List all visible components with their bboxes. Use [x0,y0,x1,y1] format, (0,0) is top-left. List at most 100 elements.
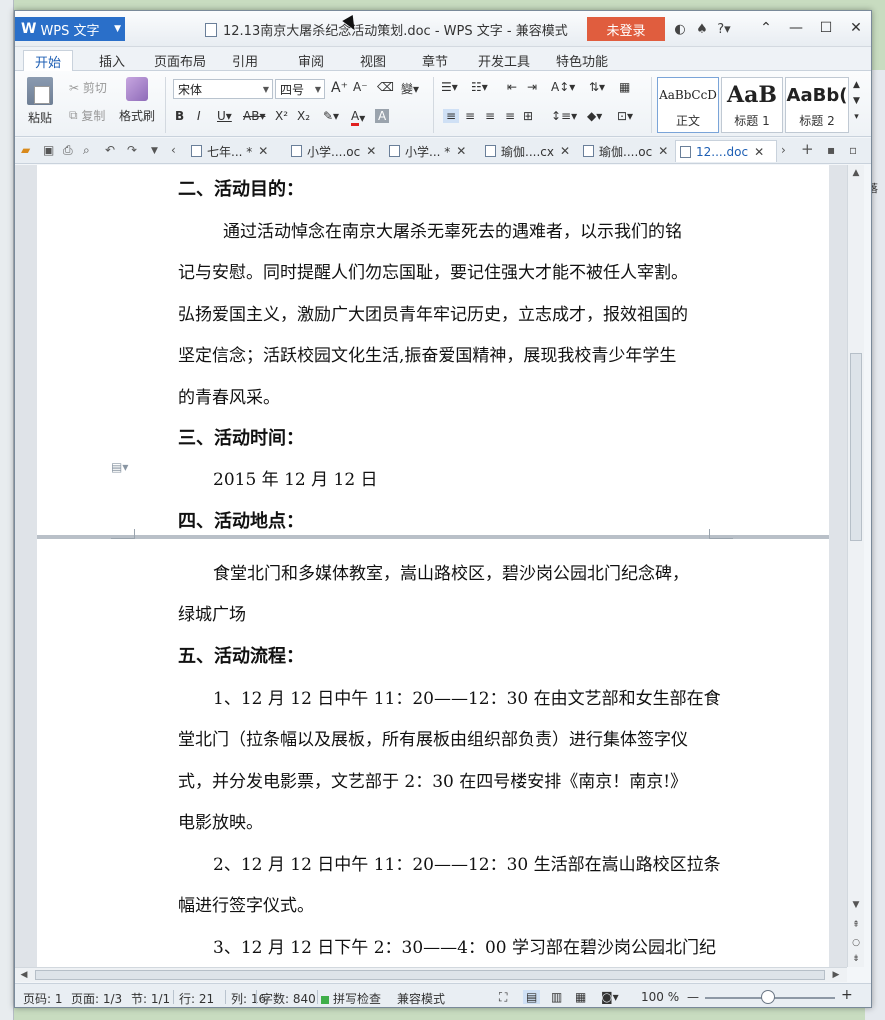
close-icon[interactable]: ✕ [658,144,668,158]
bold-button[interactable]: B [175,109,184,123]
style-normal[interactable]: AaBbCcD 正文 [657,77,719,133]
print-icon[interactable]: ⎙ [63,143,73,158]
status-word-count[interactable]: 字数: 840 [261,990,316,1007]
tab-view[interactable]: 视图 [353,50,393,71]
phonetic-guide-icon[interactable]: 變▾ [401,80,419,97]
close-icon[interactable]: ✕ [560,144,570,158]
tab-chapter[interactable]: 章节 [415,50,455,71]
scroll-right-arrow-icon[interactable]: ▶ [829,968,843,982]
shrink-font-button[interactable]: A⁻ [353,80,368,94]
print-preview-icon[interactable]: ⌕ [83,143,90,158]
open-folder-icon[interactable]: ▰ [21,143,30,157]
doc-tab[interactable]: 瑜伽....cx ✕ [481,140,570,162]
scroll-down-arrow-icon[interactable]: ▼ [848,897,864,913]
font-color-button[interactable]: A ▾ [351,109,365,126]
app-menu-button[interactable]: W WPS 文字 ▼ [15,17,125,41]
vertical-scroll-thumb[interactable] [850,353,862,541]
close-icon[interactable]: ✕ [456,144,466,158]
justify-icon[interactable]: ≡ [505,109,515,123]
italic-button[interactable]: I [197,109,201,123]
tab-references[interactable]: 引用 [225,50,265,71]
borders-icon[interactable]: ⊡▾ [617,109,633,123]
align-right-icon[interactable]: ≡ [485,109,495,123]
skin-icon[interactable]: ◐ [669,19,691,39]
tab-list-icon[interactable]: ▪ [827,143,835,157]
table-border-icon[interactable]: ▦ [619,80,630,94]
tab-start[interactable]: 开始 [23,50,73,71]
increase-indent-icon[interactable]: ⇥ [527,80,537,94]
reading-mode-icon[interactable]: ◙▾ [601,990,619,1004]
close-button[interactable]: ✕ [841,17,871,39]
bullet-list-button[interactable]: ☰▾ [441,80,458,94]
status-page[interactable]: 页面: 1/3 [71,990,122,1007]
tab-settings-icon[interactable]: ▫ [849,143,857,157]
shirt-icon[interactable]: ♠ [691,19,713,39]
strikethrough-button[interactable]: AB▾ [243,109,265,123]
grow-font-button[interactable]: A⁺ [331,80,348,96]
sort-icon[interactable]: ⇅▾ [589,80,605,94]
zoom-out-icon[interactable]: — [687,990,699,1004]
tab-page-layout[interactable]: 页面布局 [149,50,211,71]
distribute-icon[interactable]: ⊞ [523,109,533,123]
maximize-button[interactable]: ☐ [811,17,841,39]
style-gallery-scroll[interactable]: ▲ ▼ ▾ [853,77,860,125]
align-center-icon[interactable]: ≡ [465,109,475,123]
font-size-select[interactable]: 四号 ▼ [275,79,325,99]
align-left-icon[interactable]: ≡ [443,109,460,123]
close-icon[interactable]: ✕ [258,144,268,158]
doc-tab[interactable]: 七年... * ✕ [187,140,268,162]
vertical-scrollbar[interactable]: ▲ ▼ ⇞ ○ ⇟ [847,165,864,967]
fullscreen-view-icon[interactable]: ⛶ [499,990,507,1005]
new-tab-icon[interactable]: + [801,140,814,158]
restore-ribbon-icon[interactable]: ⌃ [751,17,781,39]
next-page-icon[interactable]: ⇟ [848,951,864,967]
chevron-left-icon[interactable]: ‹ [171,143,176,157]
save-icon[interactable]: ▣ [43,143,54,157]
format-painter-button[interactable]: 格式刷 [119,77,155,124]
subscript-button[interactable]: X₂ [297,109,310,123]
previous-page-icon[interactable]: ⇞ [848,917,864,933]
browse-object-icon[interactable]: ○ [848,935,864,951]
scroll-up-arrow-icon[interactable]: ▲ [848,165,864,181]
horizontal-scrollbar[interactable]: ◀ ▶ [15,967,847,982]
zoom-in-icon[interactable]: + [841,987,853,1003]
outline-view-icon[interactable]: ▥ [551,990,562,1004]
tab-insert[interactable]: 插入 [87,50,137,71]
doc-tab[interactable]: 瑜伽....oc ✕ [579,140,668,162]
style-heading-1[interactable]: AaB 标题 1 [721,77,783,133]
close-icon[interactable]: ✕ [754,145,764,159]
quick-access-menu-icon[interactable]: ▼ [151,146,158,156]
chevron-right-icon[interactable]: › [781,143,786,157]
horizontal-scroll-thumb[interactable] [35,970,825,980]
web-view-icon[interactable]: ▦ [575,990,586,1004]
numbered-list-button[interactable]: ☷▾ [471,80,488,94]
close-icon[interactable]: ✕ [366,144,376,158]
font-name-select[interactable]: 宋体 ▼ [173,79,273,99]
text-direction-icon[interactable]: A↕▾ [551,80,575,94]
doc-tab[interactable]: 小学... * ✕ [385,140,466,162]
undo-icon[interactable]: ↶ [105,143,115,157]
cut-button[interactable]: ✂ 剪切 [69,79,107,96]
scroll-left-arrow-icon[interactable]: ◀ [17,968,31,982]
zoom-slider-handle[interactable] [761,990,775,1004]
tab-review[interactable]: 审阅 [291,50,331,71]
copy-button[interactable]: ⧉ 复制 [69,107,105,124]
underline-button[interactable]: U▾ [217,109,232,123]
clear-format-icon[interactable]: ⌫ [377,80,394,94]
superscript-button[interactable]: X² [275,109,288,123]
help-icon[interactable]: ?▾ [713,19,735,39]
login-button[interactable]: 未登录 [587,17,665,41]
line-spacing-icon[interactable]: ↕≡▾ [551,109,577,123]
decrease-indent-icon[interactable]: ⇤ [507,80,517,94]
paragraph-marker-icon[interactable]: ▤▾ [111,460,128,474]
zoom-level[interactable]: 100 % [641,990,679,1004]
spell-check-toggle[interactable]: 拼写检查 [321,990,381,1007]
tab-special[interactable]: 特色功能 [551,50,613,71]
char-shading-button[interactable]: A [375,109,390,123]
highlight-color-button[interactable]: ✎▾ [323,109,339,123]
tab-developer[interactable]: 开发工具 [473,50,535,71]
doc-tab-active[interactable]: 12....doc ✕ [675,140,777,162]
paste-button[interactable]: 粘贴 [27,77,53,126]
minimize-button[interactable]: — [781,17,811,39]
redo-icon[interactable]: ↷ [127,143,137,157]
